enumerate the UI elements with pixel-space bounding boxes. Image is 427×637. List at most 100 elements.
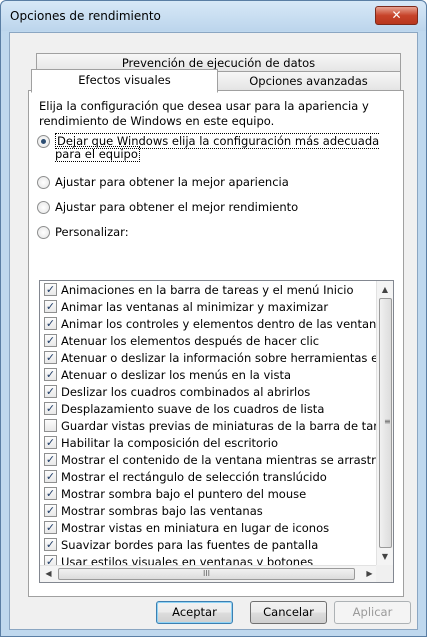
checkmark-icon: ✓ xyxy=(45,385,56,398)
checkmark-icon: ✓ xyxy=(45,555,56,565)
list-item-label: Desplazamiento suave de los cuadros de l… xyxy=(61,402,325,416)
radio-label: Personalizar: xyxy=(55,225,129,239)
vertical-scroll-thumb[interactable]: ≡ xyxy=(379,298,392,548)
dialog-client-area: Prevención de ejecución de datos Opcione… xyxy=(9,32,418,630)
checkbox[interactable]: ✓ xyxy=(44,436,57,449)
list-item-label: Mostrar vistas en miniatura en lugar de … xyxy=(61,521,330,535)
checkmark-icon: ✓ xyxy=(45,334,56,347)
list-item[interactable]: ✓ Desplazamiento suave de los cuadros de … xyxy=(40,401,378,418)
list-item[interactable]: ✓ Usar estilos visuales en ventanas y bot… xyxy=(40,554,378,565)
checkbox[interactable]: ✓ xyxy=(44,368,57,381)
radio-label: Ajustar para obtener el mejor rendimient… xyxy=(55,200,299,214)
checkbox[interactable]: ✓ xyxy=(44,283,57,296)
checkbox[interactable]: ✓ xyxy=(44,334,57,347)
checkbox[interactable]: ✓ xyxy=(44,555,57,565)
checkbox[interactable]: ✓ xyxy=(44,521,57,534)
checkmark-icon: ✓ xyxy=(45,538,56,551)
checkbox[interactable]: ✓ xyxy=(44,538,57,551)
tab-visual-effects[interactable]: Efectos visuales xyxy=(31,69,218,93)
tab-advanced-options[interactable]: Opciones avanzadas xyxy=(216,71,401,91)
list-item[interactable]: ✓ Deslizar los cuadros combinados al abri… xyxy=(40,384,378,401)
list-item-label: Habilitar la composición del escritorio xyxy=(61,436,279,450)
close-button[interactable]: ✕ xyxy=(375,6,418,25)
list-item[interactable]: ✓ Atenuar o deslizar la información sobre… xyxy=(40,350,378,367)
list-item[interactable]: ✓ Suavizar bordes para las fuentes de pan… xyxy=(40,537,378,554)
horizontal-scrollbar[interactable]: ◀ III ▶ xyxy=(40,565,378,582)
list-item-label: Atenuar o deslizar los menús en la vista xyxy=(61,368,292,382)
radio-button[interactable] xyxy=(37,226,50,239)
cancel-button[interactable]: Cancelar xyxy=(250,601,327,624)
radio-label: Dejar que Windows elija la configuración… xyxy=(55,133,380,162)
window-title: Opciones de rendimiento xyxy=(10,9,161,23)
radio-button[interactable] xyxy=(37,135,50,148)
checkmark-icon: ✓ xyxy=(45,470,56,483)
apply-button[interactable]: Aplicar xyxy=(334,601,411,624)
radio-button[interactable] xyxy=(37,176,50,189)
vertical-scrollbar[interactable]: ▲ ≡ ▼ xyxy=(376,281,393,565)
checkbox[interactable]: ✓ xyxy=(44,351,57,364)
list-item-label: Suavizar bordes para las fuentes de pant… xyxy=(61,538,319,552)
checkbox[interactable]: ✓ xyxy=(44,402,57,415)
radio-button[interactable] xyxy=(37,201,50,214)
list-item-label: Usar estilos visuales en ventanas y boto… xyxy=(61,555,314,565)
list-item-label: Deslizar los cuadros combinados al abrir… xyxy=(61,385,311,399)
checkmark-icon: ✓ xyxy=(45,521,56,534)
checkmark-icon: ✓ xyxy=(45,351,56,364)
list-item[interactable]: ✓ Atenuar o deslizar los menús en la vist… xyxy=(40,367,378,384)
list-item-label: Mostrar el contenido de la ventana mient… xyxy=(61,453,378,467)
list-item[interactable]: ✓ Habilitar la composición del escritorio xyxy=(40,435,378,452)
title-bar[interactable]: Opciones de rendimiento ✕ xyxy=(1,1,426,31)
description-text: Elija la configuración que desea usar pa… xyxy=(39,99,369,128)
visual-effects-panel: Elija la configuración que desea usar pa… xyxy=(28,90,404,597)
list-item-label: Animar los controles y elementos dentro … xyxy=(61,317,378,331)
radio-label: Ajustar para obtener la mejor apariencia xyxy=(55,175,289,189)
performance-options-window: Opciones de rendimiento ✕ Prevención de … xyxy=(0,0,427,637)
checkbox[interactable]: ✓ xyxy=(44,300,57,313)
checkmark-icon: ✓ xyxy=(45,453,56,466)
visual-effects-list[interactable]: ✓ Animaciones en la barra de tareas y el … xyxy=(39,280,394,583)
checkmark-icon: ✓ xyxy=(45,487,56,500)
list-item[interactable]: ✓ Mostrar el rectángulo de selección tran… xyxy=(40,469,378,486)
list-item[interactable]: ✓ Mostrar vistas en miniatura en lugar de… xyxy=(40,520,378,537)
checkbox[interactable]: ✓ xyxy=(44,470,57,483)
checkmark-icon: ✓ xyxy=(45,504,56,517)
horizontal-scroll-thumb[interactable]: III xyxy=(58,568,355,580)
checkbox[interactable]: ✓ xyxy=(44,317,57,330)
list-item-label: Animar las ventanas al minimizar y maxim… xyxy=(61,300,329,314)
list-item[interactable]: ✓ Animar las ventanas al minimizar y maxi… xyxy=(40,299,378,316)
list-item-label: Animaciones en la barra de tareas y el m… xyxy=(61,283,354,297)
checkbox[interactable]: ✓ xyxy=(44,487,57,500)
accept-button[interactable]: Aceptar xyxy=(156,601,233,624)
checkbox[interactable]: ✓ xyxy=(44,504,57,517)
list-item[interactable]: Guardar vistas previas de miniaturas de … xyxy=(40,418,378,435)
checkbox[interactable]: ✓ xyxy=(44,385,57,398)
scrollbar-corner xyxy=(376,565,393,582)
checkbox[interactable] xyxy=(44,419,57,432)
effects-list-items: ✓ Animaciones en la barra de tareas y el … xyxy=(40,282,378,565)
scroll-up-icon[interactable]: ▲ xyxy=(377,281,393,298)
list-item[interactable]: ✓ Mostrar sombras bajo las ventanas xyxy=(40,503,378,520)
checkmark-icon: ✓ xyxy=(45,436,56,449)
grip-icon: III xyxy=(202,569,211,578)
list-item-label: Atenuar los elementos después de hacer c… xyxy=(61,334,320,348)
checkmark-icon: ✓ xyxy=(45,300,56,313)
list-item-label: Guardar vistas previas de miniaturas de … xyxy=(61,419,378,433)
list-item-label: Atenuar o deslizar la información sobre … xyxy=(61,351,378,365)
list-item-label: Mostrar el rectángulo de selección trans… xyxy=(61,470,327,484)
checkbox[interactable]: ✓ xyxy=(44,453,57,466)
close-icon: ✕ xyxy=(391,8,402,22)
checkmark-icon: ✓ xyxy=(45,317,56,330)
checkmark-icon: ✓ xyxy=(45,402,56,415)
grip-icon: ≡ xyxy=(384,417,391,426)
list-item[interactable]: ✓ Atenuar los elementos después de hacer … xyxy=(40,333,378,350)
list-item[interactable]: ✓ Animar los controles y elementos dentro… xyxy=(40,316,378,333)
checkmark-icon: ✓ xyxy=(45,283,56,296)
checkmark-icon: ✓ xyxy=(45,368,56,381)
list-item[interactable]: ✓ Mostrar el contenido de la ventana mien… xyxy=(40,452,378,469)
list-item[interactable]: ✓ Animaciones en la barra de tareas y el … xyxy=(40,282,378,299)
scroll-down-icon[interactable]: ▼ xyxy=(377,548,393,565)
scroll-left-icon[interactable]: ◀ xyxy=(40,566,57,582)
list-item-label: Mostrar sombras bajo las ventanas xyxy=(61,504,263,518)
list-item[interactable]: ✓ Mostrar sombra bajo el puntero del mous… xyxy=(40,486,378,503)
list-item-label: Mostrar sombra bajo el puntero del mouse xyxy=(61,487,307,501)
